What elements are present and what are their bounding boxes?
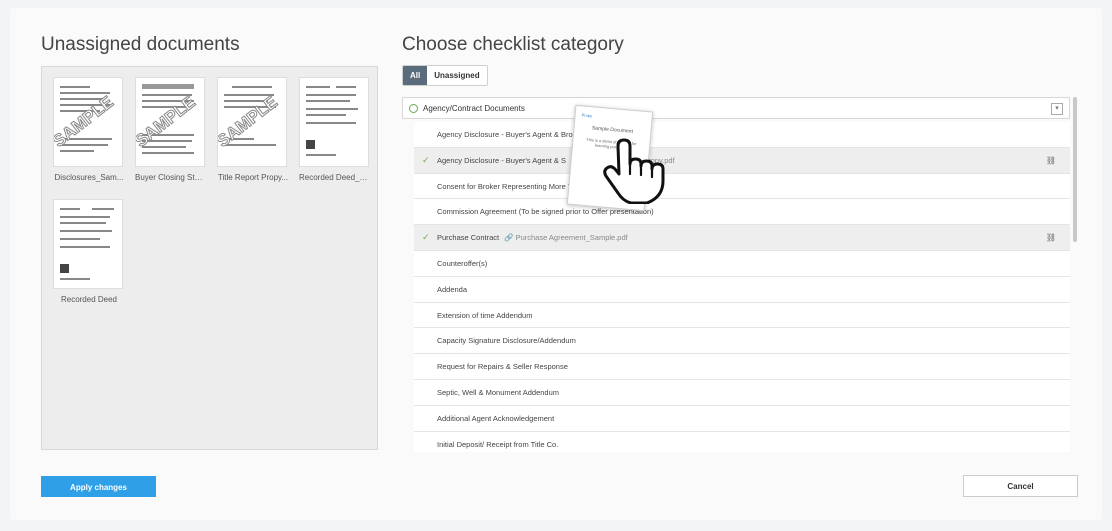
category-header[interactable]: Agency/Contract Documents ▾ [402,97,1070,119]
card-logo: Propy [581,112,593,119]
document-thumbnail: SAMPLE [53,77,123,167]
document-name: Buyer Closing Stat... [135,173,207,182]
checklist-row[interactable]: Addenda [414,276,1070,303]
collapse-icon[interactable]: ▾ [1051,103,1063,115]
document-name: Recorded Deed_S... [299,173,371,182]
checklist-row[interactable]: Agency Disclosure - Buyer's Agent & Brok… [414,122,1070,148]
filter-tabs: All Unassigned [402,65,488,86]
checklist-category-title: Choose checklist category [402,34,624,55]
document-tile[interactable]: SAMPLE Disclosures_Sam... [53,77,125,182]
check-icon: ✓ [422,232,430,243]
checklist-row-label: Request for Repairs & Seller Response [437,362,568,372]
checklist-row[interactable]: Capacity Signature Disclosure/Addendum [414,328,1070,355]
category-label: Agency/Contract Documents [423,104,525,113]
checklist-rows: Agency Disclosure - Buyer's Agent & Brok… [414,122,1070,452]
unassigned-documents-title: Unassigned documents [41,34,240,55]
checklist-row-label: Extension of time Addendum [437,310,533,320]
document-thumbnail: SAMPLE [135,77,205,167]
card-title: Sample Document [591,125,634,135]
checklist-row[interactable]: Consent for Broker Representing More Tha… [414,173,1070,200]
document-tile[interactable]: SAMPLE Title Report Propy... [217,77,289,182]
sample-watermark: SAMPLE [53,92,117,152]
document-thumbnail [53,199,123,289]
cancel-button[interactable]: Cancel [963,475,1078,497]
tab-unassigned[interactable]: Unassigned [427,66,487,85]
checklist-row[interactable]: ✓ Purchase Contract 🔗 Purchase Agreement_S… [414,225,1070,251]
unlink-icon[interactable]: ⛓ [1046,233,1056,242]
document-thumbnail: SAMPLE [217,77,287,167]
checklist-row-label: Purchase Contract 🔗 Purchase Agreement_Sa… [437,233,628,243]
checklist-row-label: Initial Deposit/ Receipt from Title Co. [437,439,559,449]
checklist-row[interactable]: Extension of time Addendum [414,302,1070,329]
document-tile[interactable]: SAMPLE Buyer Closing Stat... [135,77,207,182]
document-name: Disclosures_Sam... [54,173,124,182]
tab-all[interactable]: All [403,66,428,85]
checklist-row-label: Counteroffer(s) [437,258,488,268]
document-name: Title Report Propy... [217,173,289,182]
checklist-row[interactable]: ✓Agency Disclosure - Buyer's Agent & SPu… [414,147,1070,174]
checklist-row-label: Capacity Signature Disclosure/Addendum [437,336,576,346]
attached-file-name: 🔗 Purchase Agreement_Sample.pdf [504,233,628,243]
checklist-row-label: Addenda [437,284,468,294]
unassigned-documents-panel: SAMPLE Disclosures_Sam... SAMPLE Buyer C… [41,66,378,450]
document-tile[interactable]: Recorded Deed_S... [299,77,371,182]
unlink-icon[interactable]: ⛓ [1046,156,1056,165]
checklist-row[interactable]: Septic, Well & Monument Addendum [414,379,1070,406]
checklist-row[interactable]: Request for Repairs & Seller Response [414,354,1070,380]
checklist-row[interactable]: Commission Agreement (To be signed prior… [414,199,1070,226]
checklist-row[interactable]: Additional Agent Acknowledgement [414,405,1070,432]
checklist-row-label: Agency Disclosure - Buyer's Agent & Brok… [437,130,584,139]
checklist-row[interactable]: Initial Deposit/ Receipt from Title Co. [414,431,1070,452]
drag-hand-cursor-icon [603,138,665,204]
checklist-row[interactable]: Counteroffer(s) [414,250,1070,277]
document-tile[interactable]: Recorded Deed [53,199,125,304]
category-status-icon [409,104,418,113]
list-scrollbar[interactable] [1073,97,1077,242]
checklist-row-label: Septic, Well & Monument Addendum [437,387,560,397]
apply-changes-button[interactable]: Apply changes [41,476,156,497]
document-thumbnail [299,77,369,167]
checklist-row-label: Additional Agent Acknowledgement [437,413,555,423]
document-name: Recorded Deed [60,295,118,304]
check-icon: ✓ [422,154,430,165]
